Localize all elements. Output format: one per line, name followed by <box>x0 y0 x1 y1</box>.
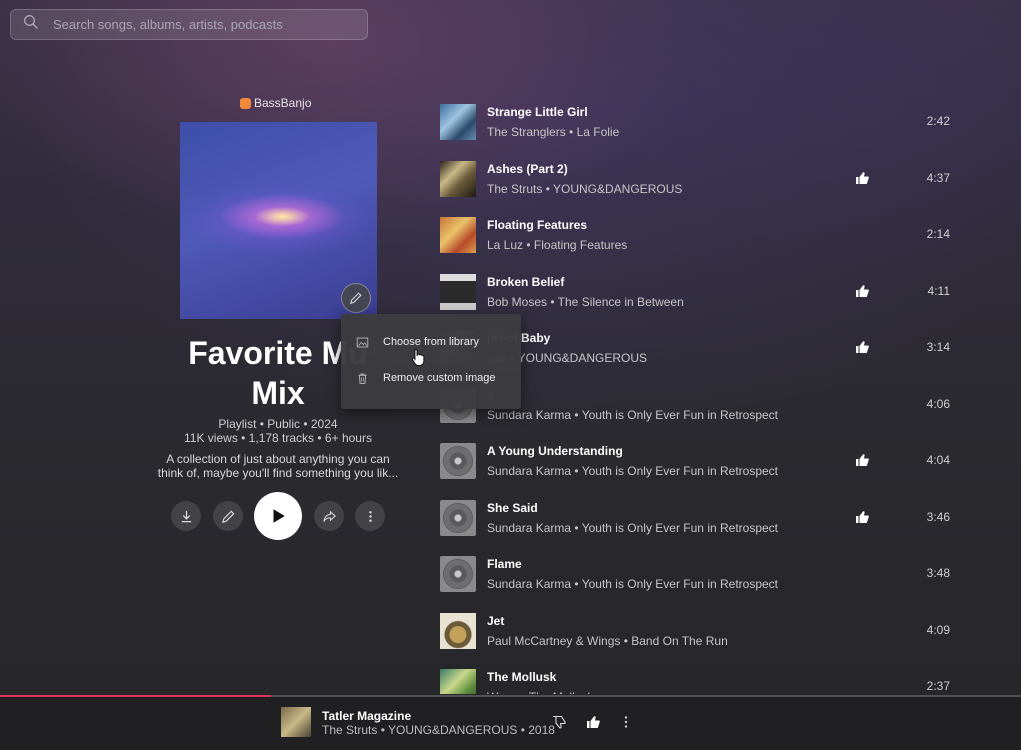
track-album-art[interactable] <box>440 669 476 694</box>
playlist-meta: Playlist • Public • 2024 <box>218 417 338 431</box>
track-duration: 4:06 <box>926 396 950 411</box>
share-button[interactable] <box>314 501 344 531</box>
edit-cover-button[interactable] <box>341 283 371 313</box>
more-vert-icon[interactable] <box>618 714 634 730</box>
thumbs-up-icon[interactable] <box>854 283 870 299</box>
more-vert-icon <box>368 510 372 522</box>
now-playing-album-art[interactable] <box>281 707 311 737</box>
track-subtitle[interactable]: Sundara Karma • Youth is Only Ever Fun i… <box>487 577 778 591</box>
track-row[interactable]: Floating Features La Luz • Floating Featu… <box>440 209 960 265</box>
track-duration: 3:14 <box>926 340 950 354</box>
track-row[interactable]: Ashes (Part 2) The Struts • YOUNG&DANGERO… <box>440 153 960 209</box>
track-title[interactable]: She Said <box>487 501 538 515</box>
menu-item-label: Choose from library <box>383 336 479 348</box>
track-title[interactable]: Strange Little Girl <box>487 105 588 119</box>
search-input[interactable] <box>53 17 353 32</box>
track-title[interactable]: Broken Belief <box>487 275 564 289</box>
track-row[interactable]: Flame Sundara Karma • Youth is Only Ever … <box>440 548 960 604</box>
track-row[interactable]: The Mollusk Ween • The Mollusk 2:37 <box>440 661 960 694</box>
track-duration: 4:04 <box>926 453 950 467</box>
track-row[interactable]: Strange Little Girl The Stranglers • La F… <box>440 96 960 152</box>
thumbs-up-icon[interactable] <box>585 714 601 730</box>
search-bar[interactable] <box>10 9 368 40</box>
play-icon <box>273 509 285 523</box>
track-duration: 3:46 <box>926 509 950 524</box>
menu-item-label: Remove custom image <box>383 372 496 384</box>
search-icon <box>23 14 39 35</box>
track-subtitle[interactable]: Sundara Karma • Youth is Only Ever Fun i… <box>487 521 778 535</box>
download-icon <box>181 510 191 522</box>
pencil-icon <box>221 510 234 523</box>
track-album-art[interactable] <box>440 273 476 310</box>
track-album-art[interactable] <box>440 556 476 592</box>
track-subtitle[interactable]: Sundara Karma • Youth is Only Ever Fun i… <box>487 408 778 422</box>
track-title[interactable]: Flame <box>487 557 522 571</box>
track-duration: 2:37 <box>926 679 950 693</box>
track-subtitle[interactable]: The Struts • YOUNG&DANGEROUS <box>487 182 682 196</box>
playlist-owner[interactable]: BassBanjo <box>240 96 311 110</box>
thumbs-up-icon[interactable] <box>854 170 870 186</box>
play-button[interactable] <box>254 492 302 540</box>
track-album-art[interactable] <box>440 217 476 253</box>
player-bar: Tatler Magazine The Struts • YOUNG&DANGE… <box>0 697 1021 750</box>
track-album-art[interactable] <box>440 443 476 479</box>
track-subtitle[interactable]: Bob Moses • The Silence in Between <box>487 295 684 309</box>
track-subtitle[interactable]: The Stranglers • La Folie <box>487 125 619 139</box>
download-button[interactable] <box>171 501 201 531</box>
track-subtitle[interactable]: Sundara Karma • Youth is Only Ever Fun i… <box>487 464 778 478</box>
thumbs-up-icon[interactable] <box>854 452 870 468</box>
track-duration: 2:42 <box>926 114 950 128</box>
track-album-art[interactable] <box>440 160 476 197</box>
track-title[interactable]: Floating Features <box>487 218 587 232</box>
cover-image-menu: Choose from library Remove custom image <box>341 314 521 409</box>
more-options-button[interactable] <box>355 501 385 531</box>
track-album-art[interactable] <box>440 104 476 140</box>
track-subtitle[interactable]: Paul McCartney & Wings • Band On The Run <box>487 634 728 648</box>
description-line-1: A collection of just about anything you … <box>166 452 390 466</box>
hand-cursor-icon <box>411 349 425 366</box>
description-line-2: think of, maybe you'll find something yo… <box>157 466 399 480</box>
track-subtitle[interactable]: La Luz • Floating Features <box>487 238 627 252</box>
track-duration: 4:11 <box>927 283 950 298</box>
thumbs-up-icon[interactable] <box>854 509 870 525</box>
menu-item-choose-from-library[interactable]: Choose from library <box>341 325 521 359</box>
track-title[interactable]: Jet <box>487 614 504 628</box>
edit-playlist-button[interactable] <box>213 501 243 531</box>
now-playing-title[interactable]: Tatler Magazine <box>322 709 411 723</box>
track-duration: 2:14 <box>926 227 950 241</box>
track-title[interactable]: The Mollusk <box>487 670 556 684</box>
share-icon <box>322 510 336 522</box>
track-title[interactable]: A Young Understanding <box>487 444 623 458</box>
menu-item-remove-custom-image[interactable]: Remove custom image <box>341 361 521 395</box>
playlist-actions <box>170 492 386 540</box>
track-duration: 4:37 <box>926 170 950 185</box>
track-duration: 4:09 <box>926 622 950 637</box>
track-row[interactable]: A Young Understanding Sundara Karma • You… <box>440 435 960 491</box>
track-album-art[interactable] <box>440 612 476 649</box>
owner-avatar <box>240 97 251 109</box>
trash-icon <box>358 373 367 384</box>
owner-name[interactable]: BassBanjo <box>254 96 311 110</box>
playlist-description[interactable]: A collection of just about anything you … <box>155 452 401 480</box>
now-playing-subtitle[interactable]: The Struts • YOUNG&DANGEROUS • 2018 <box>322 723 555 737</box>
track-row[interactable]: She Said Sundara Karma • Youth is Only Ev… <box>440 492 960 548</box>
playlist-stats: 11K views • 1,178 tracks • 6+ hours <box>184 431 372 445</box>
thumbs-down-icon[interactable] <box>551 714 567 730</box>
pencil-icon <box>349 292 362 305</box>
thumbs-up-icon[interactable] <box>854 339 870 355</box>
image-icon <box>356 337 369 347</box>
track-duration: 3:48 <box>926 566 950 580</box>
track-subtitle[interactable]: Ween • The Mollusk <box>487 690 593 694</box>
track-row[interactable]: Jet Paul McCartney & Wings • Band On The … <box>440 605 960 661</box>
track-title[interactable]: Ashes (Part 2) <box>487 162 568 176</box>
track-album-art[interactable] <box>440 499 476 536</box>
